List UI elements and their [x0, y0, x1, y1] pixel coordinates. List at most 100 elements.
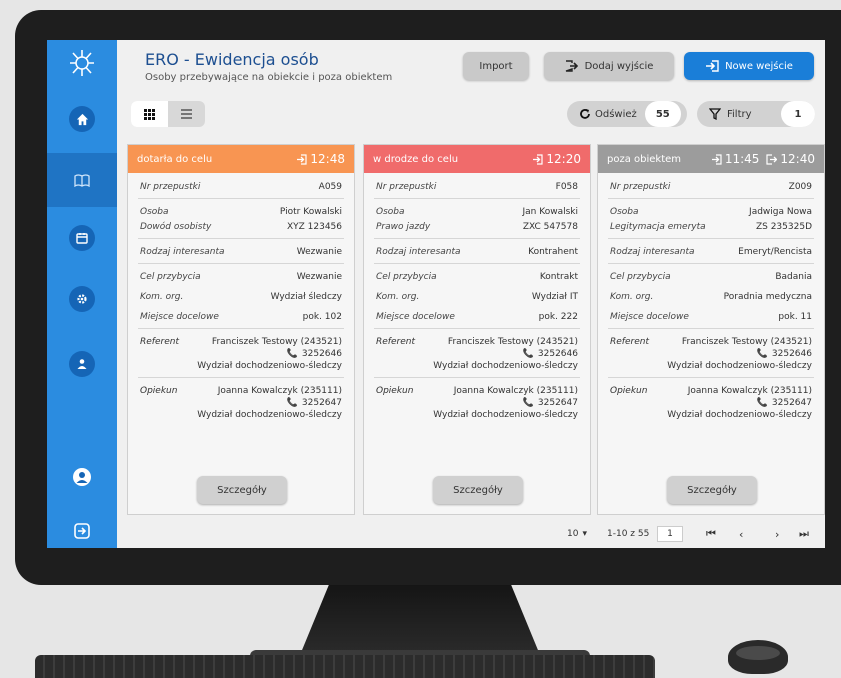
referent-phone: 3252646	[537, 349, 578, 359]
entry-icon	[711, 153, 722, 165]
referent-name: Franciszek Testowy (243521)	[447, 337, 578, 347]
current-page: 1	[667, 529, 673, 539]
guardian-name: Joanna Kowalczyk (235111)	[687, 386, 812, 396]
sidebar-item-logout[interactable]	[47, 504, 117, 548]
filters-button[interactable]: Filtry 1	[697, 101, 815, 127]
next-page-button[interactable]: ›	[775, 526, 779, 542]
grid-icon	[144, 108, 155, 120]
sidebar-item-home[interactable]	[47, 92, 117, 146]
guardian-label: Opiekun	[610, 386, 648, 396]
card-time-in: 11:45	[724, 152, 760, 166]
person-card: w drodze do celu 12:20 Nr przepustki F058…	[363, 144, 591, 515]
guardian-phone: 3252647	[771, 398, 812, 408]
guardian-block: Opiekun Joanna Kowalczyk (235111) 📞 325264…	[364, 386, 590, 420]
details-button[interactable]: Szczegóły	[667, 476, 757, 504]
referent-phone: 3252646	[771, 349, 812, 359]
purpose-label: Cel przybycia	[376, 272, 437, 282]
gear-icon	[77, 294, 87, 304]
person-value: Jadwiga Nowa	[749, 207, 812, 217]
phone-icon: 📞	[286, 349, 298, 359]
details-button[interactable]: Szczegóły	[433, 476, 523, 504]
page-range: 1-10 z 55	[607, 529, 650, 539]
grid-view-button[interactable]	[131, 101, 168, 127]
document-value: ZS 235325D	[755, 222, 812, 232]
purpose-label: Cel przybycia	[610, 272, 671, 282]
card-header: poza obiektem 11:45 12:40	[598, 145, 824, 173]
sidebar	[47, 40, 117, 548]
last-page-button[interactable]: ⏭	[799, 526, 809, 542]
page-input[interactable]: 1	[657, 526, 683, 542]
card-status: dotarła do celu	[137, 153, 213, 165]
document-label: Dowód osobisty	[140, 222, 212, 232]
guardian-unit: Wydział dochodzeniowo-śledczy	[433, 410, 578, 420]
chevron-down-icon: ▾	[582, 529, 587, 539]
import-button[interactable]: Import	[463, 52, 529, 80]
org-unit-value: Wydział IT	[531, 292, 578, 302]
referent-block: Referent Franciszek Testowy (243521) 📞 325…	[364, 337, 590, 371]
sidebar-item-calendar[interactable]	[47, 211, 117, 265]
destination-value: pok. 222	[538, 312, 578, 322]
sidebar-item-settings[interactable]	[47, 272, 117, 326]
keyboard	[35, 655, 655, 678]
details-button-label: Szczegóły	[453, 484, 503, 496]
sidebar-item-officer[interactable]	[47, 337, 117, 391]
details-button[interactable]: Szczegóły	[197, 476, 287, 504]
page-title: ERO - Ewidencja osób	[145, 50, 319, 69]
phone-icon: 📞	[522, 349, 534, 359]
add-exit-button-label: Dodaj wyjście	[584, 60, 654, 72]
first-page-button[interactable]: ⏮	[706, 526, 716, 542]
book-icon	[74, 173, 90, 187]
page-subtitle: Osoby przebywające na obiekcie i poza ob…	[145, 72, 393, 83]
sidebar-item-account[interactable]	[47, 450, 117, 504]
page-size-select[interactable]: 10 ▾	[567, 526, 587, 542]
filter-icon	[709, 108, 721, 120]
person-label: Osoba	[376, 207, 405, 217]
phone-icon: 📞	[756, 349, 768, 359]
referent-block: Referent Franciszek Testowy (243521) 📞 325…	[598, 337, 824, 371]
monitor-stand	[300, 585, 540, 655]
add-exit-button[interactable]: Dodaj wyjście	[544, 52, 674, 80]
document-value: ZXC 547578	[522, 222, 578, 232]
list-view-button[interactable]	[168, 101, 205, 127]
pass-value: F058	[555, 182, 578, 192]
document-value: XYZ 123456	[286, 222, 342, 232]
sidebar-item-records[interactable]	[47, 153, 117, 207]
pass-label: Nr przepustki	[140, 182, 201, 192]
visitor-type-value: Kontrahent	[528, 247, 578, 257]
phone-icon: 📞	[522, 398, 534, 408]
referent-name: Franciszek Testowy (243521)	[211, 337, 342, 347]
pass-label: Nr przepustki	[376, 182, 437, 192]
pass-value: Z009	[788, 182, 812, 192]
destination-value: pok. 11	[778, 312, 812, 322]
calendar-icon	[76, 233, 88, 244]
phone-icon: 📞	[756, 398, 768, 408]
user-badge-icon	[77, 359, 87, 369]
refresh-button[interactable]: Odśwież 55	[567, 101, 687, 127]
card-time: 11:45 12:40	[711, 152, 815, 166]
entry-icon	[297, 153, 308, 165]
person-card: poza obiektem 11:45 12:40 Nr przepustki Z…	[597, 144, 825, 515]
new-entry-button[interactable]: Nowe wejście	[684, 52, 814, 80]
account-icon	[73, 468, 91, 486]
purpose-value: Badania	[775, 272, 812, 282]
prev-page-button[interactable]: ‹	[739, 526, 743, 542]
referent-name: Franciszek Testowy (243521)	[681, 337, 812, 347]
person-value: Jan Kowalski	[522, 207, 578, 217]
card-status: w drodze do celu	[373, 153, 459, 165]
logout-icon	[74, 523, 90, 539]
person-value: Piotr Kowalski	[279, 207, 342, 217]
card-header: dotarła do celu 12:48	[128, 145, 354, 173]
visitor-type-label: Rodzaj interesanta	[376, 247, 461, 257]
card-header: w drodze do celu 12:20	[364, 145, 590, 173]
person-label: Osoba	[140, 207, 169, 217]
card-time-in: 12:20	[546, 152, 581, 166]
guardian-phone: 3252647	[537, 398, 578, 408]
pass-value: A059	[318, 182, 342, 192]
refresh-count: 55	[644, 101, 681, 127]
refresh-icon	[580, 109, 590, 119]
new-entry-button-label: Nowe wejście	[725, 60, 793, 72]
destination-value: pok. 102	[302, 312, 342, 322]
filters-count: 1	[781, 101, 815, 127]
guardian-block: Opiekun Joanna Kowalczyk (235111) 📞 325264…	[598, 386, 824, 420]
list-icon	[181, 109, 192, 119]
